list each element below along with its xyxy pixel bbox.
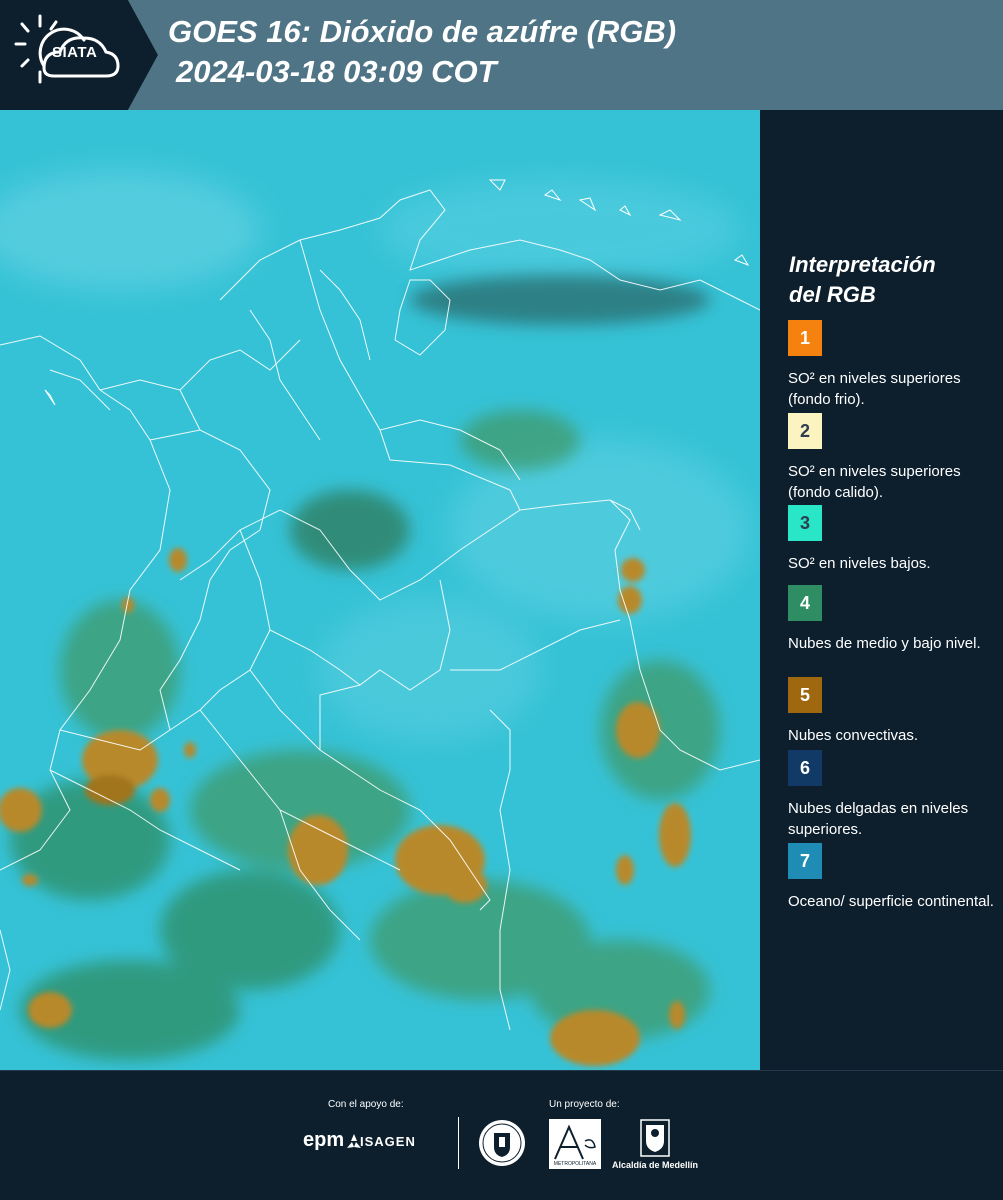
footer-divider (458, 1117, 459, 1169)
legend-panel: Interpretación del RGB 1 SO² en niveles s… (760, 110, 1003, 1070)
legend-item: 7 Oceano/ superficie continental. (788, 843, 998, 912)
legend-label: SO² en niveles superiores (fondo calido)… (788, 463, 961, 501)
legend-swatch: 3 (788, 505, 822, 541)
page-title: GOES 16: Dióxido de azúfre (RGB) (168, 14, 677, 49)
legend-label: Nubes convectivas. (788, 727, 919, 744)
legend-label: SO² en niveles superiores (fondo frio). (788, 370, 961, 408)
legend-swatch: 6 (788, 750, 822, 786)
legend-item: 2 SO² en niveles superiores (fondo calido… (788, 413, 998, 503)
legend-swatch: 4 (788, 585, 822, 621)
legend-title: Interpretación del RGB (789, 250, 989, 310)
header-bar: SIATA GOES 16: Dióxido de azúfre (RGB) 2… (0, 0, 1003, 110)
legend-label: Nubes delgadas en niveles superiores. (788, 800, 969, 838)
legend-label: Nubes de medio y bajo nivel. (788, 635, 981, 652)
alcaldia-logo-text: Alcaldía de Medellín (612, 1160, 699, 1170)
legend-item: 4 Nubes de medio y bajo nivel. (788, 585, 998, 654)
satellite-map[interactable] (0, 110, 760, 1070)
legend-title-line2: del RGB (789, 282, 876, 307)
legend-title-line1: Interpretación (789, 252, 936, 277)
legend-swatch: 7 (788, 843, 822, 879)
legend-item: 5 Nubes convectivas. (788, 677, 998, 746)
siata-logo-text: SIATA (52, 44, 98, 61)
epm-logo: epm (303, 1129, 345, 1151)
legend-item: 3 SO² en niveles bajos. (788, 505, 998, 574)
legend-item: 1 SO² en niveles superiores (fondo frio). (788, 320, 998, 410)
footer: Con el apoyo de: Un proyecto de: epm ISA… (0, 1070, 1003, 1200)
area-metropolitana-logo-icon: METROPOLITANA (549, 1119, 601, 1169)
area-logo-subtext: METROPOLITANA (554, 1161, 597, 1167)
legend-label: SO² en niveles bajos. (788, 555, 931, 572)
project-label: Un proyecto de: (549, 1099, 620, 1110)
legend-swatch: 2 (788, 413, 822, 449)
satellite-image (0, 110, 760, 1070)
isagen-logo: ISAGEN (360, 1134, 416, 1149)
legend-swatch: 1 (788, 320, 822, 356)
support-label: Con el apoyo de: (328, 1099, 404, 1110)
legend-item: 6 Nubes delgadas en niveles superiores. (788, 750, 998, 840)
page-timestamp: 2024-03-18 03:09 COT (176, 54, 497, 89)
alcaldia-shield-icon (640, 1119, 670, 1157)
legend-label: Oceano/ superficie continental. (788, 893, 994, 910)
university-seal-icon (479, 1120, 525, 1166)
legend-swatch: 5 (788, 677, 822, 713)
